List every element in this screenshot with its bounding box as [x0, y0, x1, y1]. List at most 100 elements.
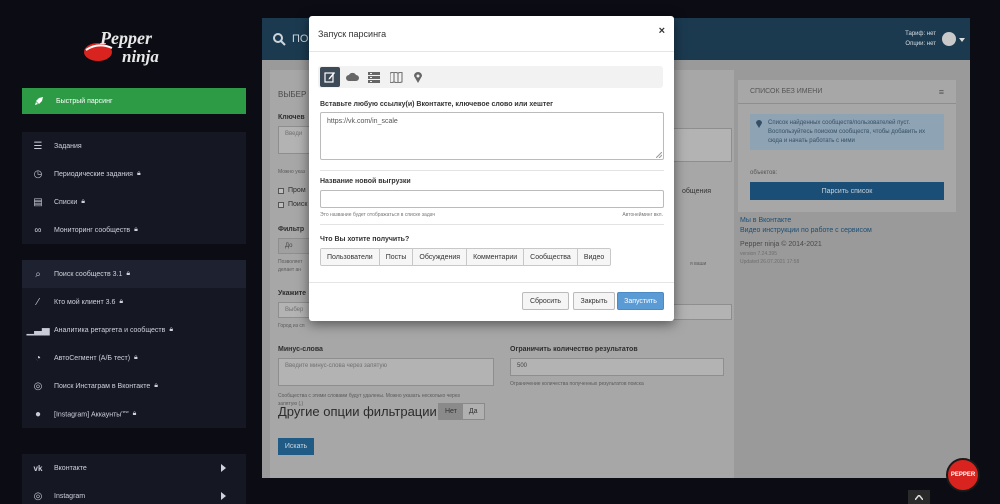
link-vk-group[interactable]: Мы в Вконтакте [740, 216, 872, 226]
reset-button[interactable]: Сбросить [522, 292, 569, 310]
sidebar-item-label: Кто мой клиент 3.6 [54, 298, 116, 306]
sidebar-item-label: Поиск сообществ 3.1 [54, 270, 123, 278]
sidebar-item-periodic[interactable]: ◷ Периодические задания 🔒︎ [22, 160, 246, 188]
sidebar-item-instagram-in-vk[interactable]: ◎ Поиск Инстаграм в Вконтакте 🔒︎ [22, 372, 246, 400]
binoculars-icon: ∞ [34, 224, 42, 236]
sidebar-item-my-client[interactable]: ⁄ Кто мой клиент 3.6 🔒︎ [22, 288, 246, 316]
promo-checkbox[interactable] [278, 188, 284, 194]
avatar[interactable] [942, 32, 956, 46]
search-checkbox[interactable] [278, 202, 284, 208]
hamburger-menu-icon[interactable]: ≡ [939, 87, 944, 97]
cloud-icon[interactable] [342, 67, 362, 87]
sidebar-item-label: Задания [54, 142, 82, 150]
section-title: ВЫБЕР [278, 90, 307, 99]
toggle-yes[interactable]: Да [462, 404, 484, 419]
map-icon[interactable] [386, 67, 406, 87]
sidebar-item-instagram-accounts[interactable]: ● [Instagram] Аккаунтыnew 🔒︎ [22, 400, 246, 428]
sidebar-item-monitoring[interactable]: ∞ Мониторинг сообществ 🔒︎ [22, 216, 246, 244]
toggle-no[interactable]: Нет [439, 404, 463, 419]
link-video-instructions[interactable]: Видео инструкции по работе с сервисом [740, 226, 872, 236]
limit-input[interactable]: 500 [510, 358, 724, 376]
lock-icon: 🔒︎ [126, 270, 131, 277]
run-button[interactable]: Запустить [617, 292, 664, 310]
list-card-header: СПИСОК БЕЗ ИМЕНИ ≡ [738, 80, 956, 104]
lock-icon: 🔒︎ [134, 226, 138, 233]
quick-parse-button[interactable]: Быстрый парсинг [22, 88, 246, 114]
tab-video[interactable]: Видео [577, 249, 611, 265]
resize-handle-icon[interactable] [656, 152, 662, 158]
location-pin-icon [756, 120, 762, 128]
partial-text-1: общения [682, 188, 712, 195]
link-input[interactable] [320, 112, 664, 160]
what-to-get-label: Что Вы хотите получить? [320, 236, 410, 243]
link-input-label: Вставьте любую ссылку(и) Вконтакте, ключ… [320, 101, 554, 108]
caret-right-icon [221, 464, 226, 472]
pepper-chat-badge[interactable]: PEPPER [946, 458, 980, 492]
location-pin-icon[interactable] [408, 67, 428, 87]
modal-header: Запуск парсинга × [309, 16, 674, 52]
pie-chart-icon: ◔ [34, 352, 42, 364]
sidebar-item-vk[interactable]: vk Вконтакте [22, 454, 246, 482]
magic-wand-icon: ⁄ [37, 296, 39, 308]
sidebar-item-instagram[interactable]: ◎ Instagram [22, 482, 246, 504]
filter-label: Фильтр [278, 226, 305, 233]
divider [320, 224, 664, 225]
database-icon[interactable] [364, 67, 384, 87]
minus-words-input[interactable]: Введите минус-слова через запятую [278, 358, 494, 386]
modal-footer-divider [309, 282, 674, 283]
sidebar-item-label: Поиск Инстаграм в Вконтакте [54, 382, 151, 390]
divider [320, 170, 664, 171]
alert-text: Список найденных сообществ/пользователей… [768, 120, 926, 144]
parse-list-button[interactable]: Парсить список [750, 182, 944, 200]
tab-users[interactable]: Пользователи [321, 249, 380, 265]
sidebar-item-lists[interactable]: ▤ Списки 🔒︎ [22, 188, 246, 216]
other-options-toggle: Нет Да [438, 403, 485, 420]
list-icon: ☰ [33, 140, 43, 152]
caret-right-icon [221, 492, 226, 500]
lock-icon: 🔒︎ [136, 170, 141, 177]
chevron-down-icon[interactable] [959, 38, 965, 42]
sidebar-item-label: Списки [54, 198, 78, 206]
sidebar-item-label: АвтоСегмент (А/Б тест) [54, 354, 131, 362]
search-button[interactable]: Искать [278, 438, 314, 455]
user-icon: ● [34, 408, 42, 420]
tariff-text: Тариф: нет [905, 31, 936, 37]
city-hint: Город из сп [278, 323, 305, 329]
tab-comments[interactable]: Комментарии [467, 249, 525, 265]
instagram-icon: ◎ [33, 380, 43, 392]
minus-words-label: Минус-слова [278, 346, 323, 353]
keywords-label: Ключев [278, 114, 305, 121]
sidebar-item-label: Вконтакте [54, 464, 87, 472]
objects-count: объектов: [750, 170, 778, 176]
scroll-to-top-button[interactable] [908, 490, 930, 504]
tab-communities[interactable]: Сообщества [524, 249, 578, 265]
edit-icon[interactable] [320, 67, 340, 87]
bottom-strip [262, 478, 970, 504]
sidebar: Pepper ninja Быстрый парсинг ☰ Задания ◷… [0, 0, 262, 504]
tariff-info[interactable]: Тариф: нет Опции: нет [905, 29, 936, 49]
lock-icon: 🔒︎ [134, 354, 138, 361]
list-card: СПИСОК БЕЗ ИМЕНИ ≡ Список найденных сооб… [738, 80, 956, 212]
sidebar-item-autosegment[interactable]: ◔ АвтоСегмент (А/Б тест) 🔒︎ [22, 344, 246, 372]
clock-icon: ◷ [33, 168, 43, 180]
sidebar-item-retarget-analytics[interactable]: ▁▃▅ Аналитика ретаргета и сообществ 🔒︎ [22, 316, 246, 344]
tab-discussions[interactable]: Обсуждения [413, 249, 468, 265]
options-text: Опции: нет [905, 41, 936, 47]
other-options-title: Другие опции фильтрации [278, 404, 437, 419]
menu-group-social: vk Вконтакте ◎ Instagram [22, 454, 246, 504]
limit-hint: Ограничение количества полученных резуль… [510, 381, 644, 387]
sidebar-item-community-search[interactable]: ⌕ Поиск сообществ 3.1 🔒︎ [22, 260, 246, 288]
tab-posts[interactable]: Посты [379, 249, 414, 265]
sidebar-item-tasks[interactable]: ☰ Задания [22, 132, 246, 160]
close-button[interactable]: Закрыть [573, 292, 615, 310]
sidebar-item-label: Instagram [54, 492, 86, 500]
parse-modal: Запуск парсинга × Вставьте любую ссылку(… [309, 16, 674, 321]
close-icon[interactable]: × [659, 25, 665, 37]
result-type-tabs: Пользователи Посты Обсуждения Комментари… [320, 248, 612, 266]
autonaming-toggle[interactable]: Автонейминг вкл. [622, 212, 663, 218]
export-name-label: Название новой выгрузки [320, 178, 411, 185]
filter-hint: Позволяет делает ан [278, 259, 303, 273]
pepper-ninja-logo[interactable]: Pepper ninja [78, 24, 188, 70]
export-name-input[interactable] [320, 190, 664, 208]
menu-group-tasks: ☰ Задания ◷ Периодические задания 🔒︎ ▤ С… [22, 132, 246, 244]
